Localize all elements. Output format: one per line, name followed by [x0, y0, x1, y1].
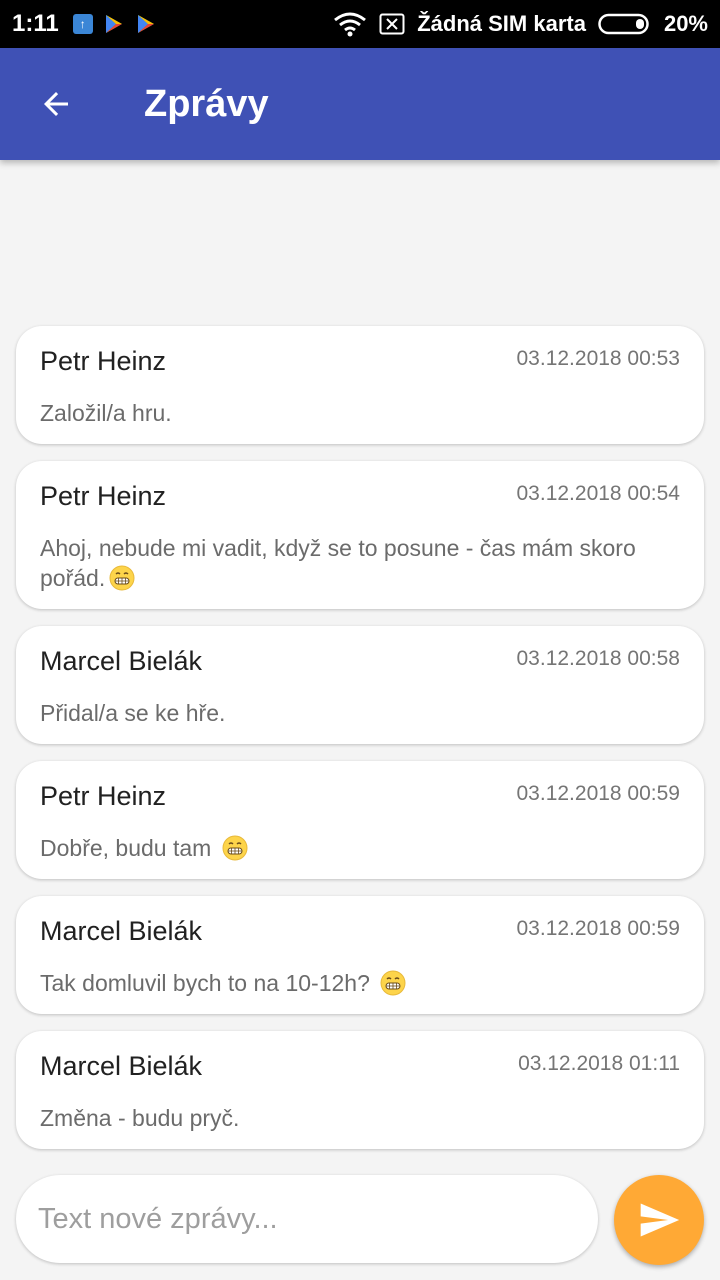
- grinning-emoji-icon: [109, 565, 135, 591]
- page-title: Zprávy: [144, 82, 269, 125]
- message-card: Marcel Bielák 03.12.2018 00:58 Přidal/a …: [16, 626, 704, 744]
- message-text: Tak domluvil bych to na 10-12h?: [40, 970, 370, 996]
- carrier-text: Žádná SIM karta: [417, 11, 586, 36]
- message-date: 03.12.2018 00:59: [516, 917, 681, 940]
- message-date: 03.12.2018 01:11: [518, 1052, 680, 1075]
- app-bar: Zprávy: [0, 48, 720, 160]
- message-date: 03.12.2018 00:54: [516, 482, 681, 505]
- send-button[interactable]: [614, 1175, 704, 1265]
- message-author: Petr Heinz: [40, 781, 167, 811]
- notification-icons: ↑: [72, 13, 157, 35]
- message-date: 03.12.2018 00:59: [516, 782, 681, 805]
- message-text: Přidal/a se ke hře.: [40, 700, 226, 726]
- status-right: Žádná SIM karta 20%: [333, 11, 708, 37]
- battery-icon: [598, 13, 649, 35]
- play-store-icon-2: [137, 15, 154, 33]
- message-date: 03.12.2018 00:53: [516, 347, 681, 370]
- message-card: Petr Heinz 03.12.2018 00:54 Ahoj, nebude…: [16, 461, 704, 609]
- arrow-back-icon: [44, 92, 68, 116]
- message-text: Založil/a hru.: [40, 400, 172, 426]
- message-author: Petr Heinz: [40, 481, 167, 511]
- wifi-icon: [334, 12, 367, 37]
- back-button[interactable]: [0, 48, 112, 160]
- message-author: Petr Heinz: [40, 346, 167, 376]
- message-date: 03.12.2018 00:58: [516, 647, 681, 670]
- message-text: Dobře, budu tam: [40, 835, 212, 861]
- upload-notification-icon: ↑: [72, 14, 93, 34]
- send-icon: [640, 1203, 680, 1237]
- message-card: Petr Heinz 03.12.2018 00:53 Založil/a hr…: [16, 326, 704, 444]
- status-time: 1:11: [12, 10, 59, 37]
- message-card: Marcel Bielák 03.12.2018 00:59 Tak domlu…: [16, 896, 704, 1014]
- message-author: Marcel Bielák: [40, 646, 203, 676]
- status-bar: 1:11 ↑ Žádná SIM karta 20%: [0, 0, 720, 48]
- message-list: Petr Heinz 03.12.2018 00:53 Založil/a hr…: [16, 326, 704, 1166]
- play-store-icon: [105, 15, 122, 33]
- no-sim-icon: [379, 13, 405, 35]
- message-card: Petr Heinz 03.12.2018 00:59 Dobře, budu …: [16, 761, 704, 879]
- battery-percent: 20%: [663, 11, 708, 36]
- message-author: Marcel Bielák: [40, 1051, 203, 1081]
- grinning-emoji-icon: [222, 835, 248, 861]
- message-text: Změna - budu pryč.: [40, 1105, 240, 1131]
- message-input[interactable]: [38, 1202, 576, 1236]
- message-author: Marcel Bielák: [40, 916, 203, 946]
- grinning-emoji-icon: [380, 970, 406, 996]
- message-composer: [16, 1175, 598, 1263]
- message-card: Marcel Bielák 03.12.2018 01:11 Změna - b…: [16, 1031, 704, 1149]
